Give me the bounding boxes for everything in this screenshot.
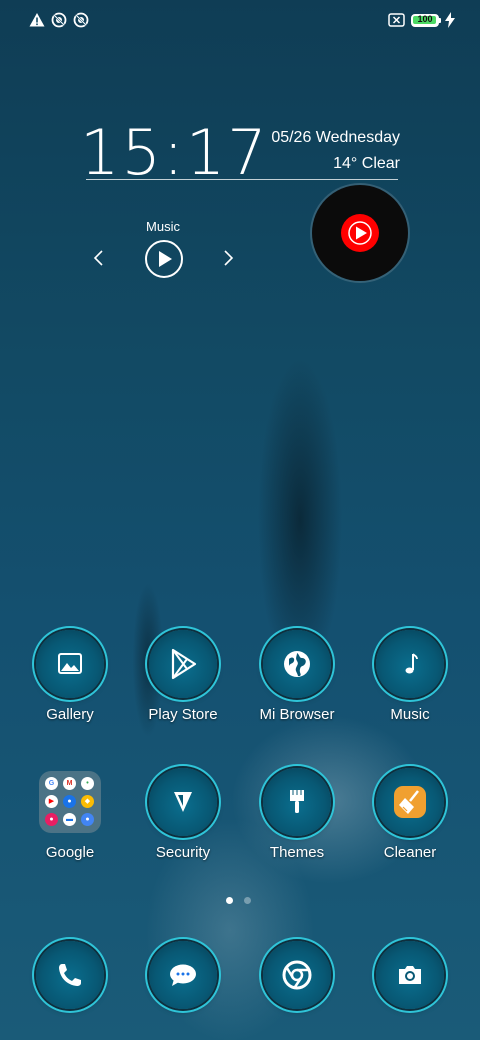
- next-icon[interactable]: [221, 248, 235, 268]
- charging-icon: [445, 12, 455, 28]
- music-play-button[interactable]: [145, 240, 183, 278]
- app-music[interactable]: Music: [358, 630, 462, 723]
- weather-text[interactable]: 14° Clear: [333, 155, 400, 173]
- shield-icon: [174, 792, 192, 812]
- gallery-app-icon: [36, 630, 104, 698]
- cleaner-app-icon: [376, 768, 444, 836]
- camera-icon: [399, 966, 421, 984]
- chrome-icon: [282, 960, 312, 990]
- play-store-app-icon: [149, 630, 217, 698]
- no-disturb-icon: [51, 12, 67, 28]
- dock-phone[interactable]: [18, 941, 122, 1009]
- dock-camera[interactable]: [358, 941, 462, 1009]
- music-note-icon: [405, 653, 418, 674]
- youtube-icon: ▶: [45, 795, 58, 808]
- app-label: Security: [155, 844, 211, 861]
- image-icon: [58, 653, 82, 674]
- app-label: Cleaner: [383, 844, 437, 861]
- app-themes[interactable]: Themes: [245, 768, 349, 861]
- photos-icon: ◆: [81, 795, 94, 808]
- play-icon: [159, 251, 172, 267]
- broom-icon: [394, 786, 426, 818]
- clock-date[interactable]: 05/26 Wednesday: [271, 129, 400, 147]
- messages-icon: [170, 964, 196, 986]
- page-dot[interactable]: [244, 897, 251, 904]
- sim-off-icon: [388, 13, 405, 27]
- phone-app-icon: [36, 941, 104, 1009]
- app-mi-browser[interactable]: Mi Browser: [245, 630, 349, 723]
- camera-app-icon: [376, 941, 444, 1009]
- dock-chrome[interactable]: [245, 941, 349, 1009]
- themes-app-icon: [263, 768, 331, 836]
- chrome-app-icon: [263, 941, 331, 1009]
- app-label: Play Store: [148, 706, 218, 723]
- duo-icon: ▬: [63, 813, 76, 826]
- battery-tip: [439, 18, 441, 23]
- warning-icon: [29, 13, 45, 27]
- app-play-store[interactable]: Play Store: [131, 630, 235, 723]
- play-music-icon: ●: [45, 813, 58, 826]
- app-label: Google: [45, 844, 95, 861]
- app-label: Themes: [269, 844, 325, 861]
- app-security[interactable]: Security: [131, 768, 235, 861]
- music-app-icon: [376, 630, 444, 698]
- battery-icon: 100: [411, 14, 439, 27]
- app-google-folder[interactable]: G M • ▶ ● ◆ ● ▬ ● Google: [18, 768, 122, 861]
- globe-icon: [284, 651, 310, 677]
- paintbrush-icon: [290, 790, 304, 813]
- phone-icon: [59, 964, 81, 986]
- status-bar: 100: [0, 0, 480, 40]
- app-label: Music: [390, 706, 430, 723]
- dock-messages[interactable]: [131, 941, 235, 1009]
- clock-time[interactable]: 15:17: [80, 118, 269, 188]
- maps-icon: •: [81, 777, 94, 790]
- youtube-music-widget[interactable]: [312, 185, 408, 281]
- page-dot-active[interactable]: [226, 897, 233, 904]
- play-store-icon: [171, 648, 197, 680]
- youtube-music-icon: [341, 214, 379, 252]
- google-folder: G M • ▶ ● ◆ ● ▬ ●: [39, 771, 101, 833]
- previous-icon[interactable]: [92, 248, 106, 268]
- mi-browser-app-icon: [263, 630, 331, 698]
- security-app-icon: [149, 768, 217, 836]
- files-icon: ●: [81, 813, 94, 826]
- app-gallery[interactable]: Gallery: [18, 630, 122, 723]
- no-disturb-icon: [73, 12, 89, 28]
- music-widget-title: Music: [146, 219, 180, 234]
- battery-level: 100: [417, 14, 433, 24]
- google-icon: G: [45, 777, 58, 790]
- messages-app-icon: [149, 941, 217, 1009]
- app-cleaner[interactable]: Cleaner: [358, 768, 462, 861]
- gmail-icon: M: [63, 777, 76, 790]
- app-label: Gallery: [46, 706, 94, 723]
- clock-divider: [86, 179, 398, 180]
- app-label: Mi Browser: [259, 706, 335, 723]
- drive-icon: ●: [63, 795, 76, 808]
